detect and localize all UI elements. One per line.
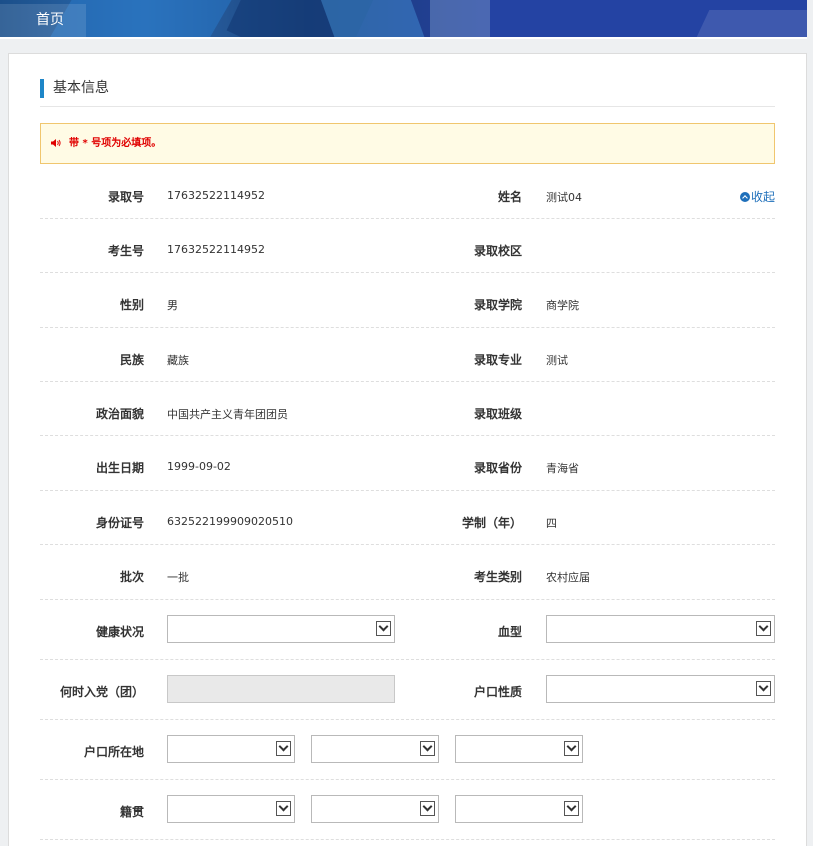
field-label: 身份证号 [95,516,144,530]
banner-decoration [317,0,433,37]
info-row: 批次 一批 考生类别 农村应届 [40,545,775,600]
native-province-select[interactable] [167,795,295,823]
field-value: 632522199909020510 [167,515,293,528]
field-value: 青海省 [546,462,579,475]
field-label: 录取校区 [473,244,522,258]
form-row: 籍贯 [40,780,775,840]
field-value: 测试04 [546,191,582,204]
chevron-down-icon [420,801,435,816]
section-title: 基本信息 [53,80,109,96]
field-label: 录取号 [107,190,144,204]
field-label: 姓名 [497,190,522,204]
field-value: 男 [167,299,178,312]
info-row: 录取号 17632522114952 姓名 测试04 收起 [40,164,775,219]
required-notice-text: 带 * 号项为必填项。 [69,138,162,149]
chevron-down-icon [564,741,579,756]
chevron-down-icon [564,801,579,816]
health-label: 健康状况 [95,625,144,639]
form-row: 何时入党（团） 户口性质 [40,660,775,720]
chevron-down-icon [756,681,771,696]
native-city-select[interactable] [311,795,439,823]
speaker-icon [51,139,61,147]
hukou-city-select[interactable] [311,735,439,763]
home-tab[interactable]: 首页 [0,4,86,37]
party-join-time-label: 何时入党（团） [59,685,144,699]
field-value: 商学院 [546,299,579,312]
info-row: 出生日期 1999-09-02 录取省份 青海省 [40,436,775,491]
basic-info-card: 基本信息 带 * 号项为必填项。 录取号 17632522114952 姓名 测… [8,53,807,846]
collapse-button[interactable]: 收起 [739,188,775,205]
field-label: 录取学院 [473,298,522,312]
chevron-down-icon [756,621,771,636]
info-row: 政治面貌 中国共产主义青年团团员 录取班级 [40,382,775,436]
required-notice: 带 * 号项为必填项。 [40,123,775,164]
field-value: 1999-09-02 [167,460,231,473]
health-select[interactable] [167,615,395,643]
blood-type-label: 血型 [497,625,522,639]
section-accent-bar [40,79,44,98]
hukou-type-label: 户口性质 [473,685,522,699]
field-label: 录取专业 [473,353,522,367]
info-row: 性别 男 录取学院 商学院 [40,273,775,328]
field-label: 录取班级 [473,407,522,421]
field-value: 藏族 [167,354,189,367]
field-value: 农村应届 [546,571,590,584]
field-value: 一批 [167,571,189,584]
banner-decoration [690,10,807,37]
field-label: 考生号 [107,244,144,258]
hukou-province-select[interactable] [167,735,295,763]
info-row: 考生号 17632522114952 录取校区 [40,219,775,273]
native-district-select[interactable] [455,795,583,823]
field-value: 测试 [546,354,568,367]
native-place-label: 籍贯 [119,805,144,819]
hukou-type-select[interactable] [546,675,775,703]
info-row: 民族 藏族 录取专业 测试 [40,328,775,382]
blood-type-select[interactable] [546,615,775,643]
field-value: 17632522114952 [167,189,265,202]
banner-decoration [430,0,490,37]
field-label: 批次 [119,570,144,584]
party-join-time-input [167,675,395,703]
field-label: 出生日期 [95,461,144,475]
chevron-up-icon [739,192,750,202]
chevron-down-icon [276,801,291,816]
field-value: 四 [546,517,557,530]
field-label: 民族 [119,353,144,367]
section-header: 基本信息 [40,78,775,107]
chevron-down-icon [420,741,435,756]
field-value: 17632522114952 [167,243,265,256]
hukou-location-label: 户口所在地 [83,745,144,759]
info-row: 身份证号 632522199909020510 学制（年） 四 [40,491,775,545]
form-row: 健康状况 血型 [40,600,775,660]
top-banner: 首页 [0,0,807,39]
field-label: 考生类别 [473,570,522,584]
chevron-down-icon [376,621,391,636]
collapse-label: 收起 [750,190,775,204]
form-row: 户口所在地 [40,720,775,780]
chevron-down-icon [276,741,291,756]
field-label: 政治面貌 [95,407,144,421]
field-label: 学制（年） [461,516,522,530]
hukou-district-select[interactable] [455,735,583,763]
field-value: 中国共产主义青年团团员 [167,408,288,421]
field-label: 录取省份 [473,461,522,475]
field-label: 性别 [119,298,144,312]
